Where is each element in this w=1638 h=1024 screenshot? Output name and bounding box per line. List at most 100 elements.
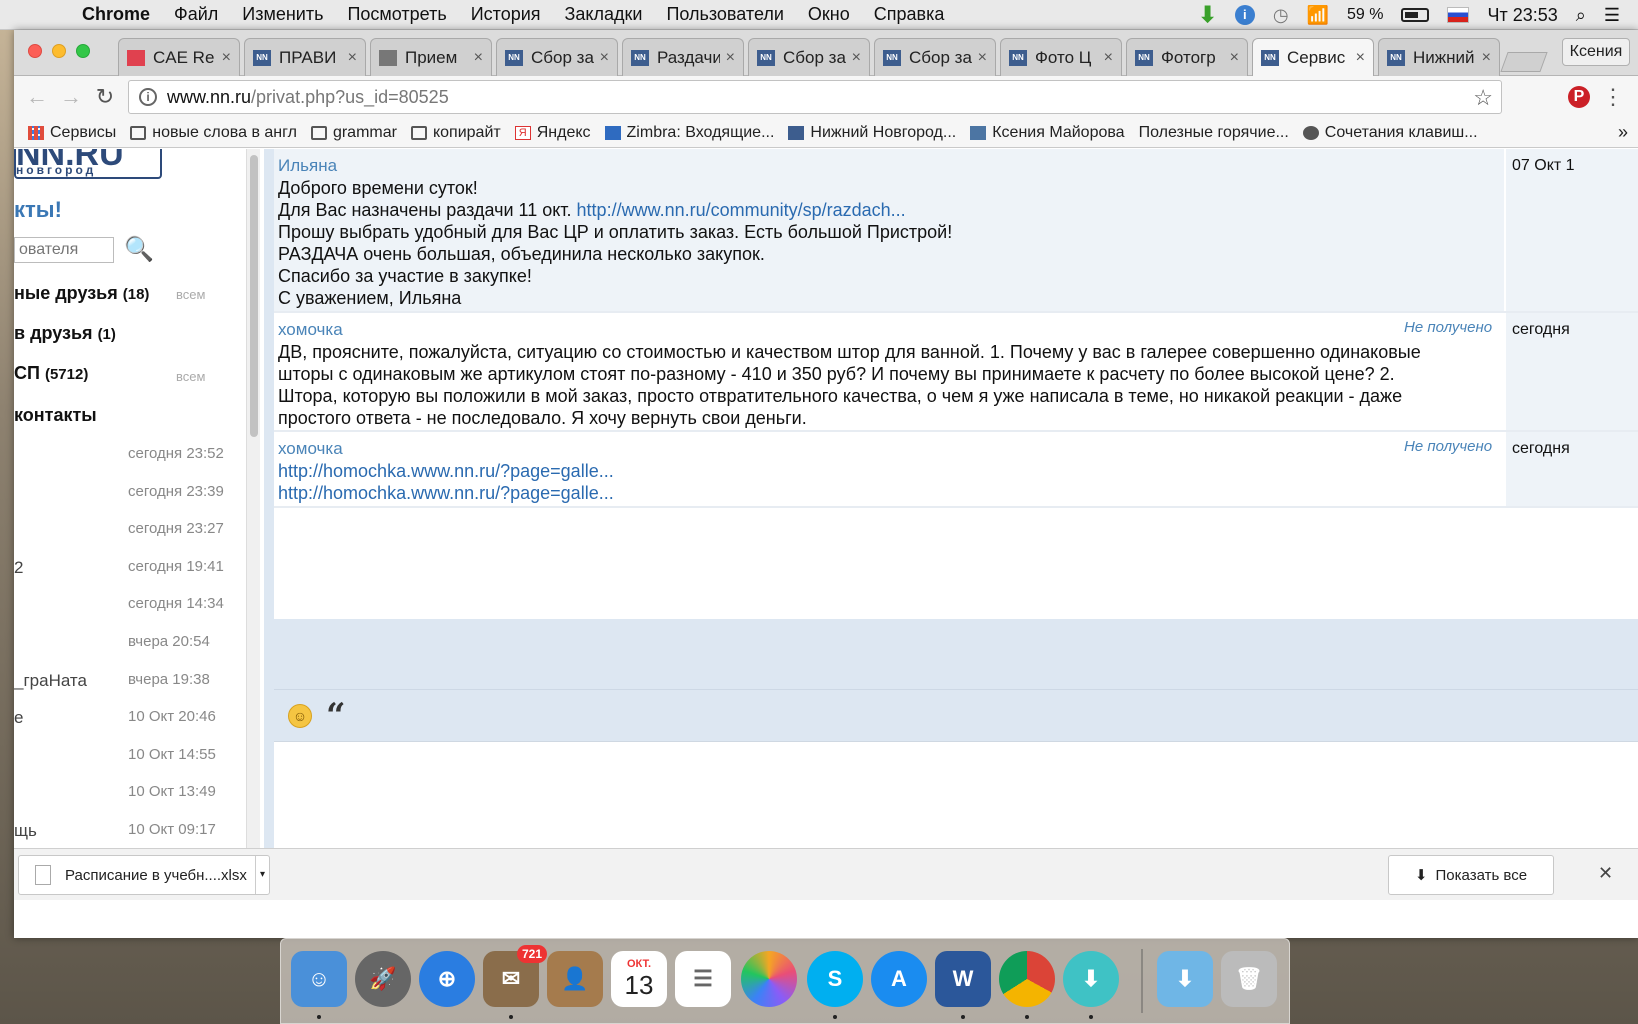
group-contacts[interactable]: контакты [14, 405, 97, 426]
close-tab-icon[interactable]: × [1104, 49, 1113, 67]
bookmark-item[interactable]: копирайт [410, 124, 501, 142]
close-tab-icon[interactable]: × [852, 49, 861, 67]
bookmark-item[interactable]: Zimbra: Входящие... [604, 124, 774, 142]
battery-icon[interactable] [1401, 8, 1430, 22]
browser-tab[interactable]: NN Сбор за × [748, 38, 870, 76]
downloader-icon[interactable]: ⬇ [1063, 951, 1119, 1007]
pinterest-extension-icon[interactable]: P [1568, 86, 1590, 108]
profile-button[interactable]: Ксения [1562, 38, 1630, 66]
message-link[interactable]: http://www.nn.ru/community/sp/razdach... [577, 200, 906, 220]
menu-edit[interactable]: Изменить [230, 4, 335, 25]
download-item[interactable]: Расписание в учебн....xlsx ▾ [18, 855, 270, 895]
contact-row[interactable]: сегодня 23:27 [14, 512, 246, 550]
more-bookmarks-icon[interactable]: » [1618, 122, 1628, 143]
finder-icon[interactable]: ☺ [291, 951, 347, 1007]
minimize-window-button[interactable] [52, 44, 66, 58]
browser-tab[interactable]: NN Сервис × [1252, 38, 1374, 76]
bookmark-item[interactable]: Я Яндекс [514, 124, 591, 142]
calendar-icon[interactable]: ОКТ. 13 [611, 951, 667, 1007]
show-all-downloads-button[interactable]: ⬇ Показать все [1388, 855, 1554, 895]
contact-row[interactable]: сегодня 23:52 [14, 437, 246, 475]
browser-tab[interactable]: Прием × [370, 38, 492, 76]
menu-file[interactable]: Файл [162, 4, 230, 25]
photos-icon[interactable] [741, 951, 797, 1007]
launchpad-icon[interactable]: 🚀 [355, 951, 411, 1007]
browser-tab[interactable]: NN Фотогр × [1126, 38, 1248, 76]
menu-help[interactable]: Справка [862, 4, 957, 25]
back-button[interactable]: ← [20, 84, 54, 110]
safari-icon[interactable]: ⊕ [419, 951, 475, 1007]
browser-tab[interactable]: NN Фото Ц × [1000, 38, 1122, 76]
close-tab-icon[interactable]: × [1356, 49, 1365, 67]
bookmark-item[interactable]: Сочетания клавиш... [1302, 124, 1478, 142]
close-tab-icon[interactable]: × [1482, 49, 1491, 67]
zoom-window-button[interactable] [76, 44, 90, 58]
menubar-clock[interactable]: Чт 23:53 [1487, 5, 1557, 26]
reload-button[interactable]: ↻ [88, 84, 122, 110]
close-tab-icon[interactable]: × [348, 49, 357, 67]
browser-tab[interactable]: NN ПРАВИ × [244, 38, 366, 76]
address-bar[interactable]: i www.nn.ru/privat.php?us_id=80525 ☆ [128, 80, 1502, 114]
contact-row[interactable]: сегодня 23:39 [14, 475, 246, 513]
chrome-menu-icon[interactable]: ⋮ [1602, 84, 1624, 110]
close-tab-icon[interactable]: × [222, 49, 231, 67]
bookmark-item[interactable]: Ксения Майорова [970, 124, 1125, 142]
menu-bookmarks[interactable]: Закладки [553, 4, 655, 25]
sidebar-scrollbar[interactable] [246, 149, 260, 881]
mail-icon[interactable]: ✉ 721 [483, 945, 547, 1007]
user-search-input[interactable] [14, 237, 114, 263]
browser-tab[interactable]: NN Раздачи × [622, 38, 744, 76]
bookmark-item[interactable]: новые слова в англ [130, 124, 297, 142]
group-friend-requests[interactable]: в друзья (1) [14, 323, 116, 344]
message-author[interactable]: хомочка [278, 319, 1500, 341]
search-icon[interactable]: 🔍 [124, 235, 154, 264]
contact-row[interactable]: вчера 20:54 [14, 625, 246, 663]
contacts-app-icon[interactable]: 👤 [547, 951, 603, 1007]
close-tab-icon[interactable]: × [600, 49, 609, 67]
input-source-flag-icon[interactable] [1447, 7, 1470, 23]
menu-view[interactable]: Посмотреть [335, 4, 458, 25]
close-tab-icon[interactable]: × [726, 49, 735, 67]
menu-window[interactable]: Окно [796, 4, 862, 25]
bookmark-item[interactable]: grammar [310, 124, 397, 142]
bookmark-item[interactable]: Полезные горячие... [14, 124, 1289, 251]
group-friends[interactable]: ные друзья (18) [14, 283, 149, 304]
reminders-icon[interactable]: ☰ [675, 951, 731, 1007]
trash-icon[interactable]: 🗑 [1221, 951, 1277, 1007]
contact-row[interactable]: щь 10 Окт 09:17 [14, 813, 246, 851]
download-status-icon[interactable]: ⬇ [1198, 2, 1216, 28]
new-tab-button[interactable] [1500, 52, 1548, 72]
contact-row[interactable]: 2 сегодня 19:41 [14, 550, 246, 588]
contact-row[interactable]: сегодня 14:34 [14, 587, 246, 625]
scrollbar-thumb[interactable] [250, 155, 258, 437]
notification-center-icon[interactable]: ☰ [1604, 5, 1620, 26]
contact-row[interactable]: 10 Окт 14:55 [14, 738, 246, 776]
smiley-icon[interactable]: ☺ [288, 704, 312, 728]
bookmark-item[interactable]: Нижний Новгород... [788, 124, 956, 142]
bookmark-star-icon[interactable]: ☆ [1473, 85, 1493, 111]
message-author[interactable]: Ильяна [278, 155, 1500, 177]
contact-row[interactable]: _граНата вчера 19:38 [14, 663, 246, 701]
menu-app-name[interactable]: Chrome [70, 4, 162, 25]
close-window-button[interactable] [28, 44, 42, 58]
info-status-icon[interactable]: i [1234, 5, 1255, 25]
bookmark-item[interactable]: Сервисы [28, 124, 116, 142]
contact-row[interactable]: е 10 Окт 20:46 [14, 700, 246, 738]
close-shelf-icon[interactable]: ✕ [1598, 863, 1613, 884]
close-tab-icon[interactable]: × [1230, 49, 1239, 67]
browser-tab[interactable]: NN Сбор за × [874, 38, 996, 76]
message-link[interactable]: http://homochka.www.nn.ru/?page=galle... [278, 483, 614, 503]
browser-tab[interactable]: NN Сбор за × [496, 38, 618, 76]
app-store-icon[interactable]: A [871, 951, 927, 1007]
group-all-link[interactable]: всем [176, 369, 205, 384]
word-icon[interactable]: W [935, 951, 991, 1007]
downloads-folder-icon[interactable]: ⬇ [1157, 951, 1213, 1007]
chrome-dock-icon[interactable] [999, 951, 1055, 1007]
site-logo[interactable]: NN.RU новгород [14, 149, 162, 179]
browser-tab[interactable]: NN Нижний × [1378, 38, 1500, 76]
wifi-icon[interactable]: 📶 [1307, 5, 1329, 26]
menu-history[interactable]: История [459, 4, 553, 25]
group-sp[interactable]: СП (5712) [14, 363, 88, 384]
skype-icon[interactable]: S [807, 951, 863, 1007]
close-tab-icon[interactable]: × [474, 49, 483, 67]
